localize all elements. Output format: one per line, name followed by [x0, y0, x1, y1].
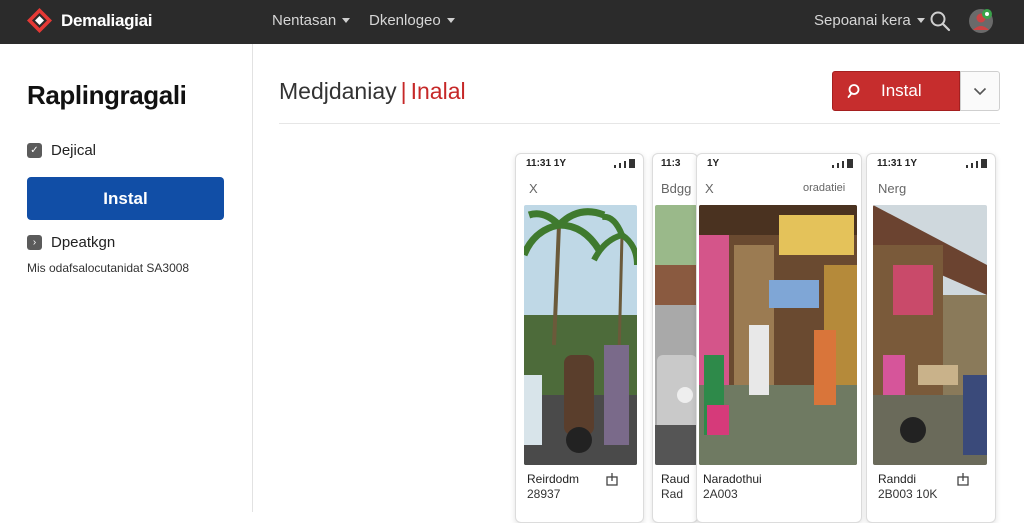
card-caption: Naradothui: [703, 472, 762, 486]
card-subcaption: 2A003: [703, 487, 738, 501]
user-menu[interactable]: Sepoanai kera: [814, 12, 925, 29]
title-separator: |: [400, 78, 407, 104]
search-icon[interactable]: [929, 10, 951, 32]
sidebar-row-2-label: Dpeatkgn: [51, 234, 116, 251]
install-button[interactable]: Instal: [832, 71, 960, 111]
signal-icon: [966, 159, 987, 168]
screenshot-card-2[interactable]: 11:3 Bdgg Raud Rad: [652, 153, 698, 523]
screenshot-card-1[interactable]: 11:31 1Y X Reirdodm 28937: [515, 153, 644, 523]
status-time: 11:31 1Y: [526, 158, 567, 169]
signal-icon: [832, 159, 853, 168]
install-button-label: Instal: [881, 81, 922, 100]
chevron-down-icon: [342, 18, 351, 23]
chevron-down-icon: [446, 18, 455, 23]
top-navigation-bar: Demaliagiai Nentasan Dkenlogeo Sepoanai …: [0, 0, 1024, 44]
screenshot-photo: [655, 205, 697, 465]
share-icon[interactable]: [957, 472, 969, 486]
close-icon[interactable]: X: [705, 181, 714, 196]
share-icon[interactable]: [606, 472, 618, 486]
install-button-primary[interactable]: Instal: [27, 177, 224, 220]
status-time: 1Y: [707, 158, 720, 169]
search-icon: [847, 84, 860, 98]
page-title-main: Medjdaniay: [279, 78, 397, 104]
app-title: Raplingragali: [27, 80, 187, 110]
screenshot-card-3[interactable]: 1Y X oradatiei Naradothui 2A003: [696, 153, 862, 523]
header-divider: [279, 123, 1000, 124]
card-header: Bdgg: [661, 181, 692, 196]
card-header-right: oradatiei: [803, 182, 846, 194]
card-caption: Reirdodm: [527, 472, 580, 486]
brand-logo-icon: [27, 8, 52, 33]
card-subcaption: Rad: [661, 487, 684, 501]
install-options-dropdown[interactable]: [960, 71, 1000, 111]
avatar[interactable]: [966, 5, 996, 35]
info-icon: ›: [27, 235, 42, 250]
close-icon[interactable]: X: [529, 181, 538, 196]
card-subcaption: 2B003 10K: [878, 487, 938, 501]
user-menu-label: Sepoanai kera: [814, 12, 911, 29]
screenshot-photo: [873, 205, 987, 465]
brand-logo[interactable]: Demaliagiai: [26, 7, 153, 34]
check-icon: ✓: [27, 143, 42, 158]
screenshot-photo: [699, 205, 857, 465]
sidebar: Raplingragali ✓ Dejical Instal › Dpeatkg…: [0, 44, 253, 512]
nav-item-2-label: Dkenlogeo: [369, 12, 441, 29]
sidebar-row-2[interactable]: › Dpeatkgn: [27, 234, 115, 251]
chevron-down-icon: [916, 18, 925, 23]
status-time: 11:3: [661, 158, 681, 169]
screenshot-card-4[interactable]: 11:31 1Y Nerg Randdi 2B003 10K: [866, 153, 996, 523]
brand-name: Demaliagiai: [61, 10, 153, 30]
sidebar-row-1-label: Dejical: [51, 142, 97, 159]
card-caption: Raud: [661, 472, 690, 486]
card-subcaption: 28937: [527, 487, 561, 501]
page-title-accent: Inalal: [410, 78, 466, 104]
page-title: Medjdaniay | Inalal: [279, 78, 466, 105]
nav-item-2[interactable]: Dkenlogeo: [369, 12, 455, 29]
status-time: 11:31 1Y: [877, 158, 918, 169]
screenshot-photo: [524, 205, 637, 465]
sidebar-row-1[interactable]: ✓ Dejical: [27, 142, 96, 159]
chevron-down-icon: [973, 87, 987, 95]
card-caption: Randdi: [878, 472, 917, 486]
nav-item-1-label: Nentasan: [272, 12, 337, 29]
nav-item-1[interactable]: Nentasan: [272, 12, 351, 29]
sidebar-meta: Mis odafsalocutanidat SA3008: [27, 261, 190, 275]
signal-icon: [614, 159, 635, 168]
card-header: Nerg: [878, 181, 907, 196]
